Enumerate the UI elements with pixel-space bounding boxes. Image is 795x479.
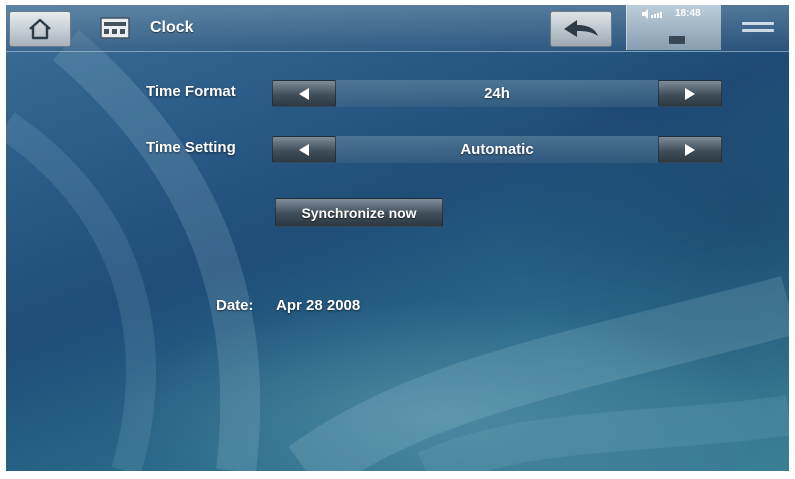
background-streaks <box>6 29 789 471</box>
menu-icon <box>742 22 774 25</box>
menu-button[interactable] <box>728 5 788 50</box>
arrow-left-icon <box>299 87 309 100</box>
top-bar: Clock 18:48 <box>6 5 789 52</box>
time-setting-next-button[interactable] <box>658 136 722 163</box>
time-format-prev-button[interactable] <box>272 80 336 107</box>
arrow-right-icon <box>685 143 695 156</box>
volume-icon <box>642 9 662 19</box>
arrow-left-icon <box>299 143 309 156</box>
synchronize-now-button[interactable]: Synchronize now <box>275 198 443 227</box>
time-format-value: 24h <box>336 80 658 107</box>
home-button[interactable] <box>9 11 71 47</box>
time-setting-label: Time Setting <box>146 139 236 156</box>
status-area: 18:48 <box>626 5 721 50</box>
time-setting-prev-button[interactable] <box>272 136 336 163</box>
back-button[interactable] <box>550 11 612 47</box>
date-value: Apr 28 2008 <box>276 297 361 314</box>
time-format-next-button[interactable] <box>658 80 722 107</box>
back-arrow-icon <box>564 20 598 37</box>
arrow-right-icon <box>685 87 695 100</box>
app-title: Clock <box>150 19 194 36</box>
clock-settings-screen: Clock 18:48 Time Format 24h Time Setting… <box>6 5 789 471</box>
battery-icon <box>669 36 685 44</box>
home-icon <box>29 18 51 40</box>
menu-icon-line <box>742 29 774 32</box>
time-format-label: Time Format <box>146 83 236 100</box>
date-label: Date: <box>216 297 254 314</box>
clock-app-icon <box>100 17 130 39</box>
time-setting-value: Automatic <box>336 136 658 163</box>
status-time: 18:48 <box>675 8 701 19</box>
